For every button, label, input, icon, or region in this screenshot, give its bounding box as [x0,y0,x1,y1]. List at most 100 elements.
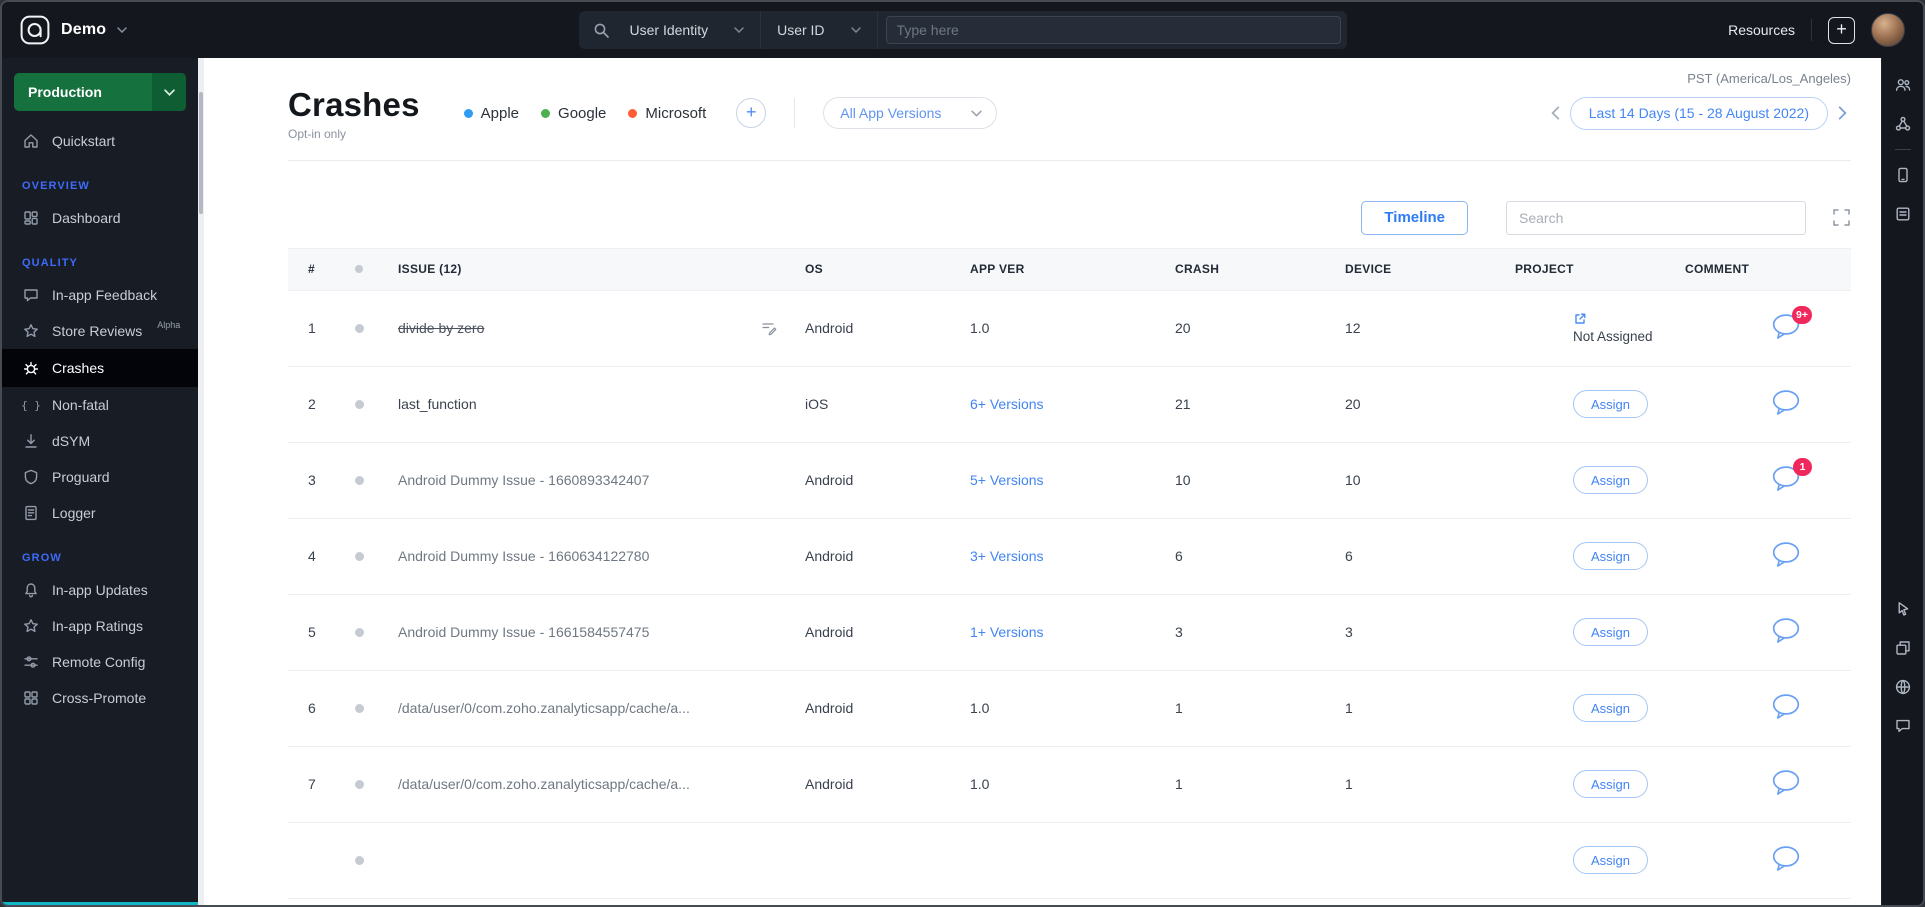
status-dot-icon [355,628,364,638]
microsoft-dot-icon [628,108,638,118]
issue-title[interactable]: divide by zero [398,320,484,336]
user-identity-dropdown[interactable]: User Identity [614,11,762,49]
add-project-button[interactable]: + [1828,16,1855,44]
user-avatar[interactable] [1871,13,1905,47]
next-range-chevron-icon[interactable] [1834,102,1851,124]
chat-icon[interactable] [1892,715,1914,737]
assign-button[interactable]: Assign [1573,466,1649,495]
app-versions-dropdown[interactable]: All App Versions [823,97,998,130]
table-row[interactable]: 2 last_function iOS 6+ Versions 21 20 Assign [288,366,1851,443]
app-version-cell[interactable]: 6+ Versions [970,396,1044,412]
app-version-cell[interactable]: 1+ Versions [970,624,1044,640]
sidebar-item-logger[interactable]: Logger [2,495,198,531]
platform-google[interactable]: Google [541,105,606,122]
crash-count-cell: 10 [1175,472,1191,489]
nav-section-title: GROW [22,552,62,564]
add-platform-button[interactable]: + [736,98,767,129]
issue-title[interactable]: /data/user/0/com.zoho.zanalyticsapp/cach… [398,700,690,716]
sidebar-item-in-app-updates[interactable]: In-app Updates [2,572,198,608]
team-icon[interactable] [1892,74,1914,96]
app-version-cell[interactable]: 3+ Versions [970,548,1044,564]
resources-link[interactable]: Resources [1728,22,1795,38]
comment-bubble-icon[interactable]: 1 [1771,458,1812,495]
integrations-icon[interactable] [1892,113,1914,135]
project-cell: Not Assigned [1515,312,1685,344]
date-range-selector[interactable]: Last 14 Days (15 - 28 August 2022) [1569,96,1828,130]
sidebar-item-dsym[interactable]: dSYM [2,423,198,459]
sidebar-item-proguard[interactable]: Proguard [2,459,198,495]
table-search-input[interactable] [1506,200,1806,235]
assign-button[interactable]: Assign [1573,618,1649,647]
globe-icon[interactable] [1892,676,1914,698]
assign-button[interactable]: Assign [1573,694,1649,723]
home-icon [22,132,40,150]
sidebar-item-quickstart[interactable]: Quickstart [2,123,198,159]
issue-title[interactable]: Android Dummy Issue - 1660893342407 [398,472,649,488]
assign-button[interactable]: Assign [1573,390,1649,419]
sidebar-item-in-app-ratings[interactable]: In-app Ratings [2,608,198,644]
comment-bubble-icon[interactable] [1771,617,1803,647]
os-cell: Android [805,700,854,717]
sidebar-item-label: Store Reviews [52,323,143,339]
fullscreen-icon[interactable] [1832,208,1851,227]
pointer-icon[interactable] [1892,598,1914,620]
platform-microsoft[interactable]: Microsoft [628,105,706,122]
device-icon[interactable] [1892,164,1914,186]
sidebar-item-non-fatal[interactable]: { } Non-fatal [2,387,198,423]
issue-title[interactable]: last_function [398,396,477,412]
rail-middle-icons [1892,164,1914,225]
sidebar-item-cross-promote[interactable]: Cross-Promote [2,680,198,716]
status-dot-icon [355,400,364,410]
prev-range-chevron-icon[interactable] [1547,102,1564,124]
app-version-cell[interactable]: 5+ Versions [970,472,1044,488]
sidebar-item-dashboard[interactable]: Dashboard [2,200,198,236]
assign-button[interactable]: Assign [1573,770,1649,799]
environment-selector[interactable]: Production [14,73,186,111]
platform-apple[interactable]: Apple [463,105,519,122]
table-row[interactable]: Assign [288,822,1851,899]
sidebar-item-remote-config[interactable]: Remote Config [2,644,198,680]
workspace-name[interactable]: Demo [61,21,106,39]
comment-cell [1685,693,1851,723]
issue-title[interactable]: Android Dummy Issue - 1660634122780 [398,548,649,564]
external-link-icon[interactable] [1573,312,1587,326]
table-row[interactable]: 7/data/user/0/com.zoho.zanalyticsapp/cac… [288,746,1851,823]
docs-icon[interactable] [1892,203,1914,225]
sidebar-item-crashes[interactable]: Crashes [2,349,198,387]
table-row[interactable]: 3 Android Dummy Issue - 1660893342407 Andr… [288,442,1851,519]
sidebar-item-in-app-feedback[interactable]: In-app Feedback [2,277,198,313]
comment-bubble-icon[interactable] [1771,693,1803,723]
remote-config-icon [22,653,40,671]
timeline-button[interactable]: Timeline [1361,200,1468,235]
assign-button[interactable]: Assign [1573,542,1649,571]
comment-bubble-icon[interactable] [1771,389,1803,419]
issue-title[interactable]: Android Dummy Issue - 1661584557475 [398,624,649,640]
sidebar-scrollbar[interactable] [198,58,204,905]
comment-bubble-icon[interactable]: 9+ [1771,306,1812,343]
table-row[interactable]: 5 Android Dummy Issue - 1661584557475 Andr… [288,594,1851,671]
issue-title[interactable]: /data/user/0/com.zoho.zanalyticsapp/cach… [398,776,690,792]
sidebar-nav: Quickstart OVERVIEW Dashboard QUALITY In-app… [2,123,198,716]
comment-bubble-icon[interactable] [1771,769,1803,799]
edit-note-icon[interactable] [760,320,777,337]
comment-bubble-icon[interactable] [1771,845,1803,875]
sidebar-item-label: In-app Feedback [52,287,158,303]
os-cell: iOS [805,396,829,413]
scrollbar-thumb[interactable] [199,92,203,214]
assign-button[interactable]: Assign [1573,846,1649,875]
header-divider [794,98,796,129]
app-version-cell: 1.0 [970,700,990,717]
app-logo-icon[interactable] [20,15,50,45]
windows-icon[interactable] [1892,637,1914,659]
chevron-down-icon[interactable] [117,27,128,33]
project-cell: Assign [1515,542,1685,571]
table-row[interactable]: 4 Android Dummy Issue - 1660634122780 Andr… [288,518,1851,595]
table-row[interactable]: 1 divide by zero Android 1.0 20 12 Not Assigne… [288,290,1851,367]
sidebar-item-store-reviews[interactable]: Store Reviews Alpha [2,313,198,349]
global-search-bar: User Identity User ID [578,11,1347,49]
table-row[interactable]: 6/data/user/0/com.zoho.zanalyticsapp/cac… [288,670,1851,747]
status-dot-icon [355,265,363,274]
user-id-dropdown[interactable]: User ID [761,11,878,49]
search-value-input[interactable] [885,16,1341,44]
comment-bubble-icon[interactable] [1771,541,1803,571]
